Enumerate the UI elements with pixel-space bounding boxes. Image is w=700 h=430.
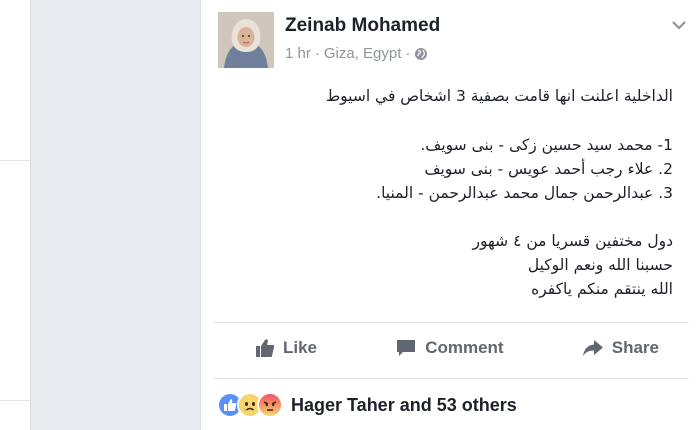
share-label: Share <box>611 338 659 357</box>
left-panel-divider <box>0 160 30 161</box>
post-location[interactable]: Giza, Egypt <box>324 45 402 62</box>
thumbs-up-icon <box>256 339 275 357</box>
like-button[interactable]: Like <box>255 338 317 358</box>
avatar[interactable] <box>218 12 274 68</box>
reaction-icons <box>217 392 283 418</box>
globe-icon[interactable] <box>414 47 428 61</box>
post-line: الله ينتقم منكم ياكفره <box>531 280 673 298</box>
comment-icon <box>397 340 416 356</box>
share-button[interactable]: Share <box>582 338 659 358</box>
post-line: 2. علاء رجب أحمد عويس - بنى سويف <box>424 160 673 178</box>
post-time[interactable]: 1 hr <box>285 45 311 62</box>
post-line: حسبنا الله ونعم الوكيل <box>527 256 673 274</box>
left-panel-divider <box>0 400 30 401</box>
divider <box>213 322 689 323</box>
post-line: دول مختفين قسريا من ٤ شهور <box>472 232 673 250</box>
chevron-down-icon[interactable] <box>671 18 687 30</box>
post-line: الداخلية اعلنت انها قامت بصفية 3 اشخاص ف… <box>325 87 673 105</box>
post-line: 3. عبدالرحمن جمال محمد عبدالرحمن - المني… <box>376 184 673 202</box>
comment-button[interactable]: Comment <box>395 338 504 358</box>
comment-label: Comment <box>425 338 504 357</box>
like-label: Like <box>283 338 318 357</box>
angry-reaction-icon <box>257 392 283 418</box>
meta-separator: · <box>314 45 320 62</box>
reaction-summary[interactable]: Hager Taher and 53 others <box>217 392 517 418</box>
author-name[interactable]: Zeinab Mohamed <box>285 15 440 37</box>
share-icon <box>582 340 603 356</box>
post-meta: 1 hr · Giza, Egypt · <box>285 45 428 62</box>
meta-separator: · <box>405 45 411 62</box>
divider <box>213 378 689 379</box>
avatar-photo-icon <box>218 12 274 68</box>
action-bar: Like Comment Share <box>213 326 689 370</box>
post-line: 1- محمد سيد حسين زكى - بنى سويف. <box>420 136 673 154</box>
post-card: Zeinab Mohamed 1 hr · Giza, Egypt · الدا… <box>200 0 700 430</box>
reaction-summary-text[interactable]: Hager Taher and 53 others <box>291 395 517 416</box>
left-panel <box>0 0 31 430</box>
post-body: الداخلية اعلنت انها قامت بصفية 3 اشخاص ف… <box>233 84 673 301</box>
